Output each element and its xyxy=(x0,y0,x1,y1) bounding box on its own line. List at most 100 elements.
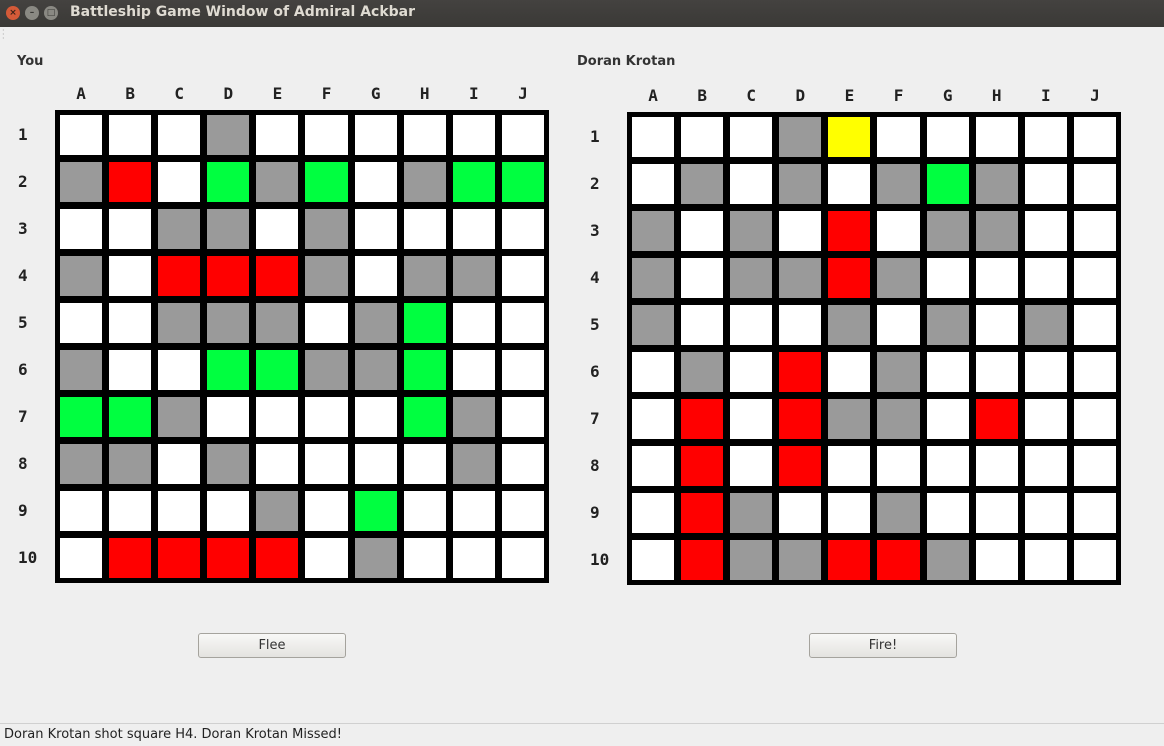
enemy-cell-C6-empty[interactable] xyxy=(730,352,773,392)
enemy-cell-A10-empty[interactable] xyxy=(632,540,675,580)
enemy-cell-J6-empty[interactable] xyxy=(1073,352,1116,392)
fire-button[interactable]: Fire! xyxy=(809,633,957,658)
enemy-cell-J8-empty[interactable] xyxy=(1073,446,1116,486)
enemy-cell-A4-miss[interactable] xyxy=(632,258,675,298)
enemy-cell-F10-hit[interactable] xyxy=(877,540,920,580)
enemy-cell-D9-empty[interactable] xyxy=(779,493,822,533)
enemy-cell-D7-hit[interactable] xyxy=(779,399,822,439)
enemy-cell-B9-hit[interactable] xyxy=(681,493,724,533)
enemy-cell-C7-empty[interactable] xyxy=(730,399,773,439)
enemy-cell-J10-empty[interactable] xyxy=(1073,540,1116,580)
enemy-cell-G6-empty[interactable] xyxy=(926,352,969,392)
enemy-cell-G4-empty[interactable] xyxy=(926,258,969,298)
maximize-icon[interactable]: □ xyxy=(44,6,58,20)
enemy-cell-I10-empty[interactable] xyxy=(1024,540,1067,580)
enemy-cell-C9-miss[interactable] xyxy=(730,493,773,533)
enemy-cell-I2-empty[interactable] xyxy=(1024,164,1067,204)
enemy-cell-E4-hit[interactable] xyxy=(828,258,871,298)
enemy-cell-C10-miss[interactable] xyxy=(730,540,773,580)
enemy-cell-G7-empty[interactable] xyxy=(926,399,969,439)
enemy-cell-H7-hit[interactable] xyxy=(975,399,1018,439)
enemy-cell-B2-miss[interactable] xyxy=(681,164,724,204)
enemy-cell-D3-empty[interactable] xyxy=(779,211,822,251)
enemy-cell-J3-empty[interactable] xyxy=(1073,211,1116,251)
enemy-cell-I6-empty[interactable] xyxy=(1024,352,1067,392)
enemy-cell-H5-empty[interactable] xyxy=(975,305,1018,345)
enemy-cell-G5-miss[interactable] xyxy=(926,305,969,345)
enemy-cell-A3-miss[interactable] xyxy=(632,211,675,251)
enemy-cell-B3-empty[interactable] xyxy=(681,211,724,251)
enemy-cell-H6-empty[interactable] xyxy=(975,352,1018,392)
enemy-cell-A6-empty[interactable] xyxy=(632,352,675,392)
enemy-cell-A2-empty[interactable] xyxy=(632,164,675,204)
enemy-cell-H8-empty[interactable] xyxy=(975,446,1018,486)
close-icon[interactable]: × xyxy=(6,6,20,20)
enemy-cell-D1-miss[interactable] xyxy=(779,117,822,157)
enemy-cell-J5-empty[interactable] xyxy=(1073,305,1116,345)
enemy-cell-C1-empty[interactable] xyxy=(730,117,773,157)
enemy-cell-E5-miss[interactable] xyxy=(828,305,871,345)
enemy-cell-I9-empty[interactable] xyxy=(1024,493,1067,533)
enemy-cell-B1-empty[interactable] xyxy=(681,117,724,157)
enemy-cell-C8-empty[interactable] xyxy=(730,446,773,486)
enemy-cell-H3-miss[interactable] xyxy=(975,211,1018,251)
enemy-cell-B7-hit[interactable] xyxy=(681,399,724,439)
enemy-cell-F3-empty[interactable] xyxy=(877,211,920,251)
enemy-cell-I4-empty[interactable] xyxy=(1024,258,1067,298)
enemy-cell-D4-miss[interactable] xyxy=(779,258,822,298)
enemy-cell-A1-empty[interactable] xyxy=(632,117,675,157)
enemy-cell-B5-empty[interactable] xyxy=(681,305,724,345)
enemy-cell-C3-miss[interactable] xyxy=(730,211,773,251)
enemy-cell-I7-empty[interactable] xyxy=(1024,399,1067,439)
enemy-cell-G9-empty[interactable] xyxy=(926,493,969,533)
enemy-cell-G10-miss[interactable] xyxy=(926,540,969,580)
enemy-cell-E7-miss[interactable] xyxy=(828,399,871,439)
enemy-cell-G2-ship[interactable] xyxy=(926,164,969,204)
enemy-cell-I3-empty[interactable] xyxy=(1024,211,1067,251)
enemy-cell-E2-empty[interactable] xyxy=(828,164,871,204)
enemy-cell-H9-empty[interactable] xyxy=(975,493,1018,533)
enemy-cell-F9-miss[interactable] xyxy=(877,493,920,533)
enemy-cell-G1-empty[interactable] xyxy=(926,117,969,157)
enemy-cell-D6-hit[interactable] xyxy=(779,352,822,392)
enemy-cell-J9-empty[interactable] xyxy=(1073,493,1116,533)
enemy-cell-D8-hit[interactable] xyxy=(779,446,822,486)
enemy-cell-A9-empty[interactable] xyxy=(632,493,675,533)
enemy-cell-E10-hit[interactable] xyxy=(828,540,871,580)
enemy-cell-G8-empty[interactable] xyxy=(926,446,969,486)
enemy-cell-D5-empty[interactable] xyxy=(779,305,822,345)
enemy-cell-H10-empty[interactable] xyxy=(975,540,1018,580)
enemy-cell-F2-miss[interactable] xyxy=(877,164,920,204)
enemy-cell-B10-hit[interactable] xyxy=(681,540,724,580)
enemy-cell-B4-empty[interactable] xyxy=(681,258,724,298)
enemy-cell-E6-empty[interactable] xyxy=(828,352,871,392)
enemy-cell-E1-selected[interactable] xyxy=(828,117,871,157)
enemy-cell-F6-miss[interactable] xyxy=(877,352,920,392)
enemy-cell-I5-miss[interactable] xyxy=(1024,305,1067,345)
enemy-cell-I1-empty[interactable] xyxy=(1024,117,1067,157)
enemy-cell-D10-miss[interactable] xyxy=(779,540,822,580)
enemy-cell-J7-empty[interactable] xyxy=(1073,399,1116,439)
enemy-cell-F8-empty[interactable] xyxy=(877,446,920,486)
enemy-cell-H1-empty[interactable] xyxy=(975,117,1018,157)
enemy-cell-E3-hit[interactable] xyxy=(828,211,871,251)
enemy-cell-A7-empty[interactable] xyxy=(632,399,675,439)
enemy-cell-J4-empty[interactable] xyxy=(1073,258,1116,298)
enemy-cell-E8-empty[interactable] xyxy=(828,446,871,486)
enemy-cell-A8-empty[interactable] xyxy=(632,446,675,486)
enemy-cell-F5-empty[interactable] xyxy=(877,305,920,345)
enemy-cell-J1-empty[interactable] xyxy=(1073,117,1116,157)
enemy-cell-H2-miss[interactable] xyxy=(975,164,1018,204)
enemy-cell-F4-miss[interactable] xyxy=(877,258,920,298)
enemy-cell-C2-empty[interactable] xyxy=(730,164,773,204)
enemy-cell-F1-empty[interactable] xyxy=(877,117,920,157)
enemy-cell-B6-miss[interactable] xyxy=(681,352,724,392)
enemy-cell-I8-empty[interactable] xyxy=(1024,446,1067,486)
enemy-cell-D2-miss[interactable] xyxy=(779,164,822,204)
enemy-cell-A5-miss[interactable] xyxy=(632,305,675,345)
enemy-cell-J2-empty[interactable] xyxy=(1073,164,1116,204)
enemy-cell-E9-empty[interactable] xyxy=(828,493,871,533)
flee-button[interactable]: Flee xyxy=(198,633,346,658)
minimize-icon[interactable]: – xyxy=(25,6,39,20)
enemy-cell-C5-empty[interactable] xyxy=(730,305,773,345)
